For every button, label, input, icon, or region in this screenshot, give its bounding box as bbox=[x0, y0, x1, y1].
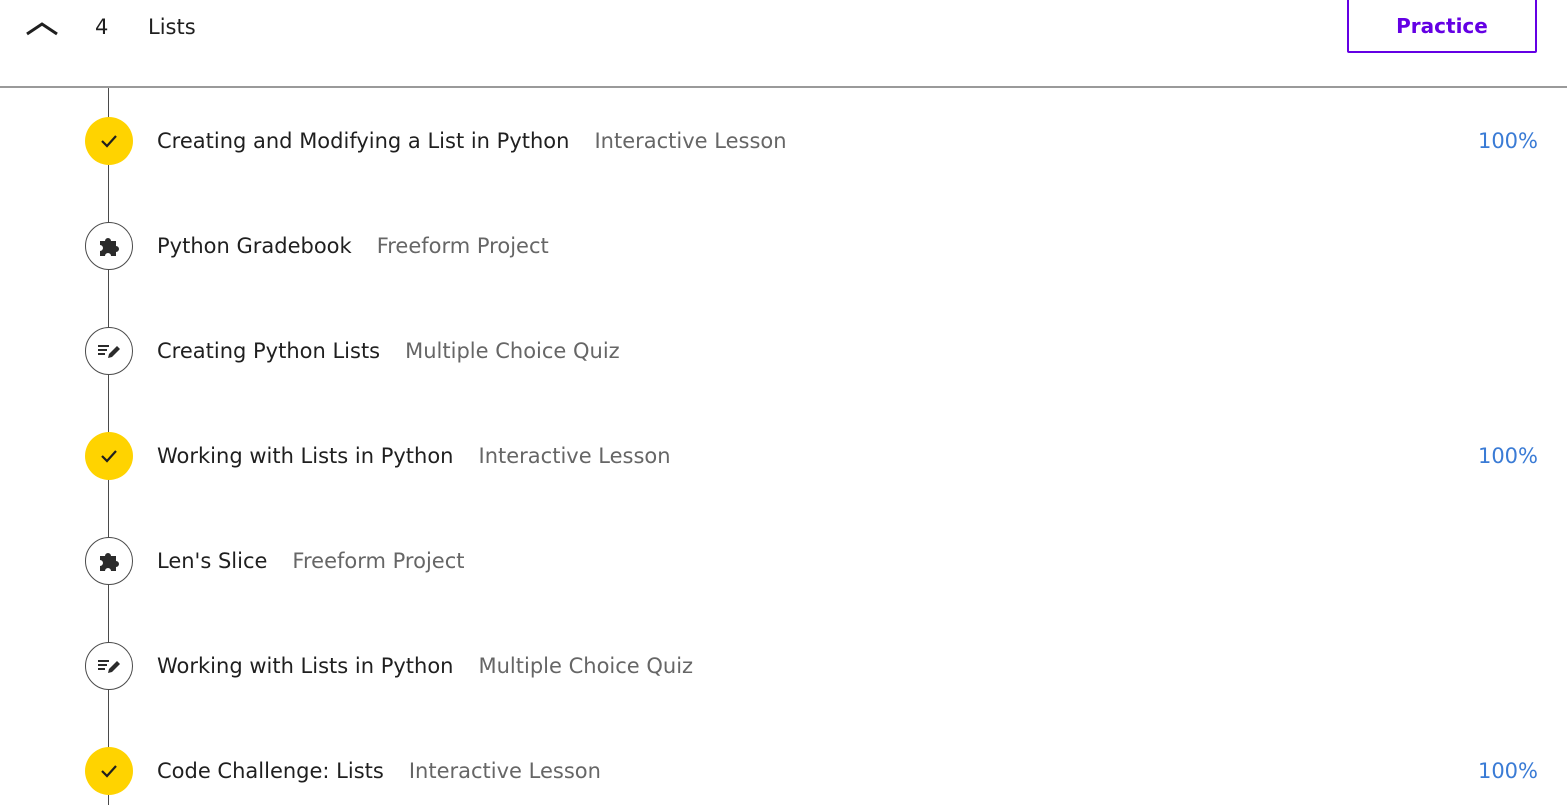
lesson-type: Interactive Lesson bbox=[594, 129, 787, 153]
lesson-row[interactable]: Creating and Modifying a List in Python I… bbox=[0, 111, 1567, 171]
module-header: 4 Lists Practice bbox=[0, 0, 1567, 88]
lesson-type: Interactive Lesson bbox=[408, 759, 601, 783]
puzzle-icon bbox=[85, 537, 133, 585]
module-title: Lists bbox=[148, 15, 196, 39]
lesson-row[interactable]: Python Gradebook Freeform Project bbox=[0, 216, 1567, 276]
lesson-title[interactable]: Creating Python Lists Multiple Choice Qui… bbox=[157, 337, 620, 365]
quiz-pencil-icon bbox=[85, 327, 133, 375]
lesson-title[interactable]: Python Gradebook Freeform Project bbox=[157, 232, 549, 260]
lesson-type: Multiple Choice Quiz bbox=[405, 339, 620, 363]
check-icon bbox=[85, 432, 133, 480]
lesson-progress: 100% bbox=[1477, 759, 1538, 783]
module-number: 4 bbox=[95, 15, 109, 39]
lesson-type: Freeform Project bbox=[376, 234, 549, 258]
lesson-row[interactable]: Len's Slice Freeform Project bbox=[0, 531, 1567, 591]
puzzle-icon bbox=[85, 222, 133, 270]
check-icon bbox=[85, 747, 133, 795]
lesson-title[interactable]: Working with Lists in Python Interactive … bbox=[157, 442, 671, 470]
chevron-up-icon[interactable] bbox=[22, 14, 62, 40]
lesson-type: Interactive Lesson bbox=[478, 444, 671, 468]
practice-button[interactable]: Practice bbox=[1347, 0, 1537, 53]
lesson-row[interactable]: Creating Python Lists Multiple Choice Qui… bbox=[0, 321, 1567, 381]
check-icon bbox=[85, 117, 133, 165]
lesson-row[interactable]: Code Challenge: Lists Interactive Lesson … bbox=[0, 741, 1567, 801]
lesson-type: Multiple Choice Quiz bbox=[478, 654, 694, 678]
lesson-title[interactable]: Len's Slice Freeform Project bbox=[157, 547, 464, 575]
lesson-progress: 100% bbox=[1477, 129, 1538, 153]
lesson-row[interactable]: Working with Lists in Python Interactive … bbox=[0, 426, 1567, 486]
lesson-title[interactable]: Working with Lists in Python Multiple Cho… bbox=[157, 652, 693, 680]
lesson-row[interactable]: Working with Lists in Python Multiple Cho… bbox=[0, 636, 1567, 696]
lesson-progress: 100% bbox=[1477, 444, 1538, 468]
lesson-title[interactable]: Creating and Modifying a List in Python I… bbox=[157, 127, 787, 155]
lesson-type: Freeform Project bbox=[292, 549, 465, 573]
lesson-title[interactable]: Code Challenge: Lists Interactive Lesson bbox=[157, 757, 601, 785]
quiz-pencil-icon bbox=[85, 642, 133, 690]
